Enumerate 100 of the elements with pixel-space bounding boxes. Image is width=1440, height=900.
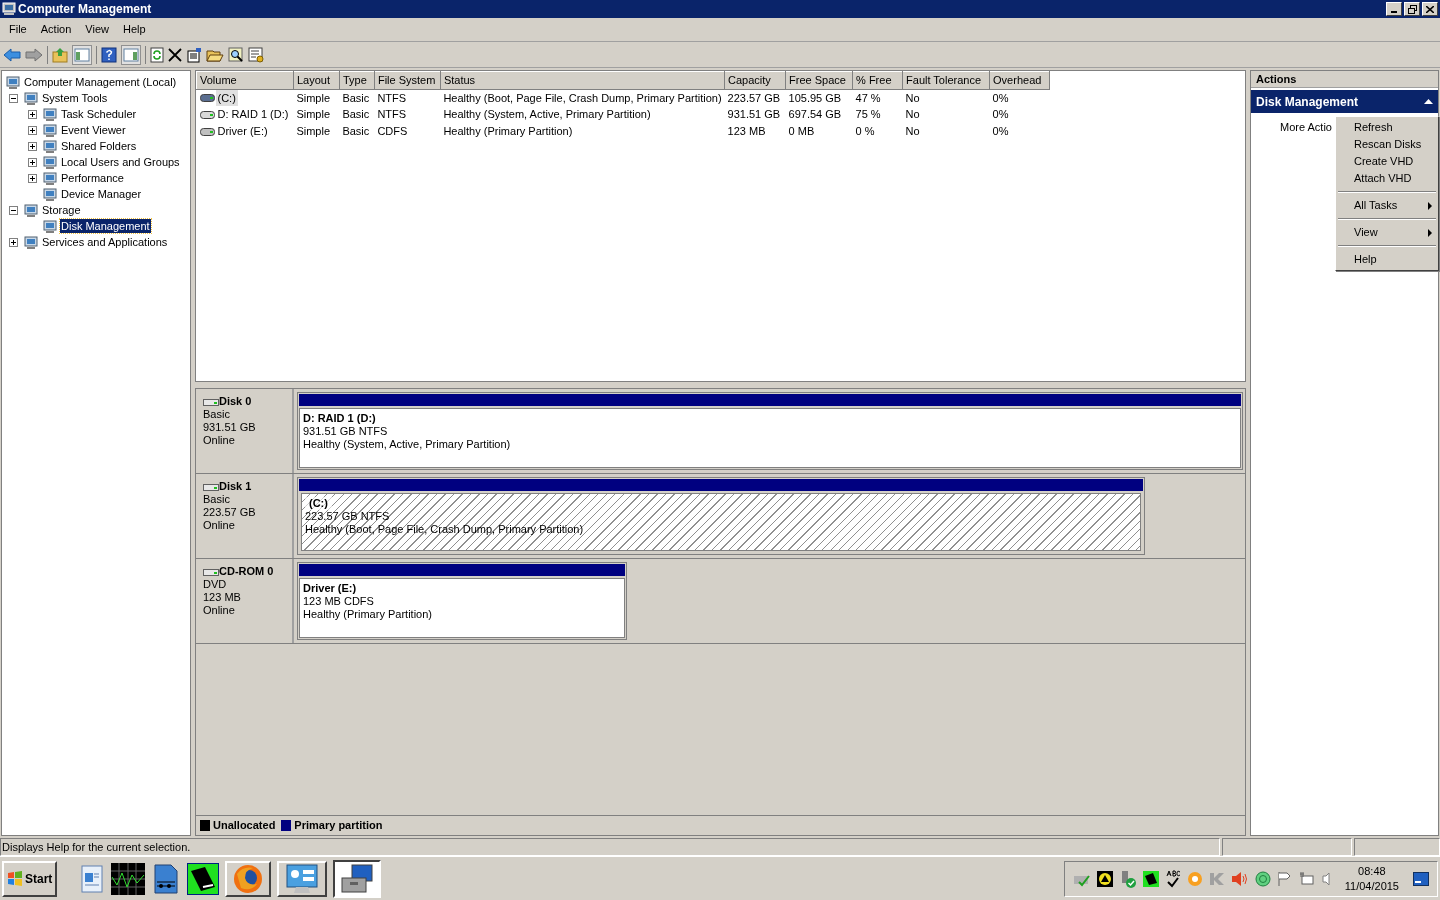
column-header[interactable]: Status — [440, 71, 725, 89]
legend-label: Primary partition — [294, 818, 383, 834]
disk-name: Disk 1 — [219, 480, 252, 493]
expand-icon[interactable] — [9, 237, 18, 247]
column-header[interactable]: Free Space — [785, 71, 853, 89]
start-button[interactable]: Start — [2, 860, 58, 897]
expand-icon[interactable] — [28, 173, 37, 183]
table-cell-text: 75 % — [854, 107, 882, 123]
minimize-button[interactable] — [1386, 2, 1402, 16]
partition[interactable]: Driver (E:) 123 MB CDFS Healthy (Primary Partition) — [297, 562, 627, 640]
waveform-monitor-icon[interactable] — [111, 862, 146, 895]
tree-item[interactable]: Performance — [60, 171, 125, 185]
partition-status: Healthy (Boot, Page File, Crash Dump, Primary Partition) — [305, 523, 584, 536]
spellcheck-icon[interactable] — [1164, 869, 1181, 888]
column-header[interactable]: Type — [339, 71, 375, 89]
collapse-icon[interactable] — [9, 205, 18, 215]
disk-info: 931.51 GB — [203, 421, 257, 434]
disk-label[interactable]: CD-ROM 0 DVD 123 MB Online — [196, 559, 294, 643]
magnifier-icon[interactable] — [228, 46, 244, 63]
delete-icon[interactable] — [168, 47, 182, 62]
table-cell-text: 123 MB — [726, 124, 767, 140]
flag-icon[interactable] — [1276, 870, 1293, 887]
partition[interactable]: D: RAID 1 (D:) 931.51 GB NTFS Healthy (System, Active, Primary Partition) — [297, 392, 1243, 470]
disk-info: Online — [203, 519, 236, 532]
expand-icon[interactable] — [28, 109, 37, 119]
clock-date: 11/04/2015 — [1344, 878, 1399, 894]
action-link[interactable]: More Actio — [1280, 121, 1332, 133]
column-header[interactable]: Layout — [293, 71, 340, 89]
clock-time: 08:48 — [1358, 863, 1386, 879]
column-header[interactable]: Fault Tolerance — [902, 71, 990, 89]
expand-icon[interactable] — [28, 125, 37, 135]
tree-item[interactable]: Disk Management — [60, 219, 151, 233]
node-icon — [43, 122, 57, 138]
show-desktop-icon[interactable] — [1413, 871, 1429, 886]
table-cell: 47 % — [852, 89, 903, 106]
menu-item[interactable]: Action — [33, 19, 79, 40]
disk-drive-icon — [203, 566, 219, 577]
table-cell-text: NTFS — [376, 107, 408, 123]
menu-item[interactable]: File — [2, 19, 34, 40]
expand-icon[interactable] — [28, 141, 37, 151]
table-cell: Healthy (Boot, Page File, Crash Dump, Primary Partition) — [440, 89, 725, 106]
close-button[interactable] — [1422, 2, 1438, 16]
menu-item[interactable]: Attach VHD — [1336, 170, 1438, 187]
node-icon — [24, 202, 38, 218]
document-icon[interactable] — [79, 864, 106, 893]
menu-item[interactable]: Help — [1336, 251, 1438, 268]
tree-item[interactable]: Local Users and Groups — [60, 155, 181, 169]
menu-item[interactable]: Create VHD — [1336, 153, 1438, 170]
console-tree-icon[interactable] — [72, 44, 92, 65]
warning-badge-icon[interactable] — [1096, 870, 1113, 887]
table-cell: No — [902, 89, 990, 106]
help-icon[interactable] — [101, 46, 117, 63]
table-cell-text: Healthy (System, Active, Primary Partition) — [442, 107, 652, 123]
collapse-icon[interactable] — [9, 93, 18, 103]
menu-item[interactable]: Rescan Disks — [1336, 136, 1438, 153]
node-icon — [43, 106, 57, 122]
partition-title: D: RAID 1 (D:) — [303, 412, 376, 425]
volume-icon[interactable] — [1320, 870, 1331, 887]
forward-arrow-icon[interactable] — [25, 47, 43, 62]
menu-item[interactable]: Help — [115, 19, 153, 40]
disk-drive-icon — [203, 481, 219, 492]
tree-item[interactable]: System Tools — [41, 91, 109, 105]
node-icon — [6, 74, 20, 90]
menu-item[interactable]: View — [78, 19, 116, 40]
table-cell-text: No — [904, 124, 921, 140]
computer-toolbox-icon — [340, 863, 375, 894]
menu-item[interactable]: View — [1336, 224, 1438, 241]
back-arrow-icon[interactable] — [3, 47, 21, 62]
column-header[interactable]: % Free — [852, 71, 903, 89]
properties-icon[interactable] — [186, 46, 202, 63]
menu-item[interactable]: Refresh — [1336, 119, 1438, 136]
tree-item[interactable]: Shared Folders — [60, 139, 138, 153]
partition[interactable]: (C:) 223.57 GB NTFS Healthy (Boot, Page File, Crash Dump, Primary Partition) — [297, 477, 1145, 555]
tree-item[interactable]: Computer Management (Local) — [23, 75, 178, 89]
disk-label[interactable]: Disk 1 Basic 223.57 GB Online — [196, 474, 294, 558]
table-cell-text: 0 % — [854, 124, 876, 140]
tree-item[interactable]: Storage — [41, 203, 82, 217]
restore-button[interactable] — [1404, 2, 1420, 16]
tree-item[interactable]: Services and Applications — [41, 235, 169, 249]
column-header[interactable]: Overhead — [989, 71, 1050, 89]
column-header[interactable]: Volume — [196, 71, 294, 89]
section-header[interactable]: Disk Management — [1251, 90, 1438, 113]
tree-item[interactable]: Event Viewer — [60, 123, 127, 137]
column-header[interactable]: File System — [374, 71, 441, 89]
table-cell-text: 0% — [991, 124, 1010, 140]
column-header[interactable]: Capacity — [724, 71, 786, 89]
speaker-icon[interactable] — [1230, 870, 1249, 887]
menu-item[interactable]: All Tasks — [1336, 197, 1438, 214]
tree-item[interactable]: Device Manager — [60, 187, 143, 201]
action-pane-icon[interactable] — [121, 44, 141, 65]
expand-icon[interactable] — [28, 157, 37, 167]
tree-item[interactable]: Task Scheduler — [60, 107, 138, 121]
window-title: Computer Management — [18, 1, 153, 18]
disk-info: Online — [203, 434, 236, 447]
table-cell: Basic — [339, 89, 375, 106]
table-cell-text: 697.54 GB — [787, 107, 843, 123]
partition-title: Driver (E:) — [303, 582, 357, 595]
taskbar-button[interactable] — [333, 859, 382, 898]
node-icon — [43, 218, 57, 234]
disk-label[interactable]: Disk 0 Basic 931.51 GB Online — [196, 389, 294, 473]
